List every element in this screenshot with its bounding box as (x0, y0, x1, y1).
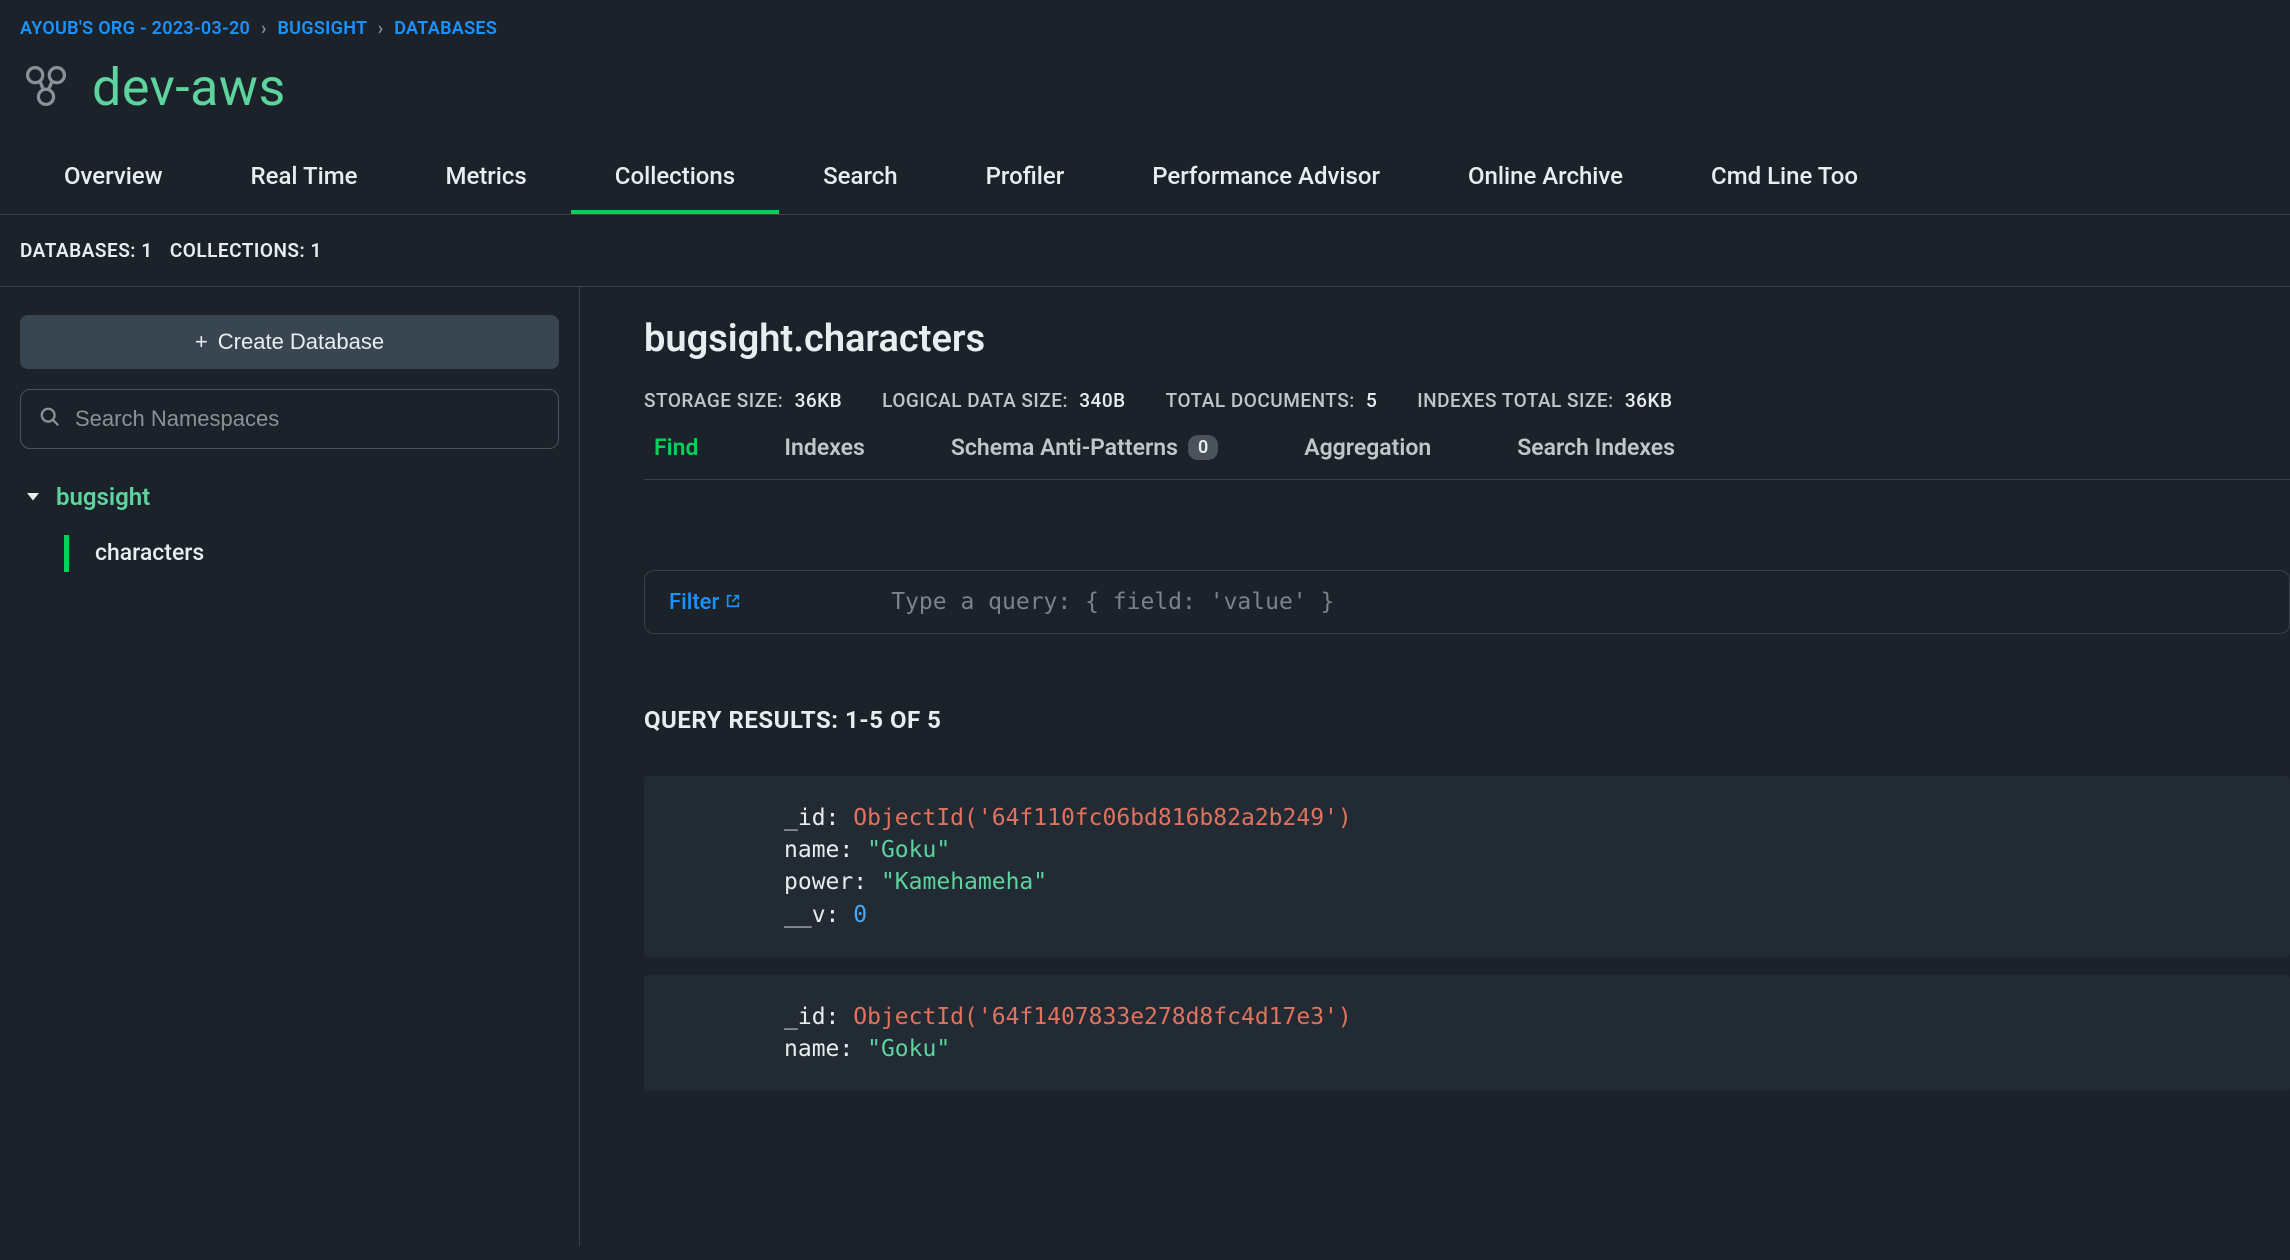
query-results-header: QUERY RESULTS: 1-5 OF 5 (604, 706, 2290, 734)
subtab-aggregation[interactable]: Aggregation (1304, 434, 1431, 479)
doc-field-value: 0 (853, 902, 867, 928)
doc-field-value: ObjectId('64f110fc06bd816b82a2b249') (853, 805, 1352, 831)
doc-field-value: "Goku" (867, 837, 950, 863)
doc-field-value: "Goku" (867, 1036, 950, 1062)
tab-search[interactable]: Search (779, 142, 941, 214)
indexes-size-label: INDEXES TOTAL SIZE: (1417, 389, 1613, 412)
content-area: bugsight.characters STORAGE SIZE: 36KB L… (580, 287, 2290, 1246)
tab-collections[interactable]: Collections (571, 142, 779, 214)
cluster-name: dev-aws (92, 57, 286, 118)
subtab-indexes[interactable]: Indexes (784, 434, 864, 479)
databases-count-value: 1 (141, 239, 152, 262)
create-database-button[interactable]: + Create Database (20, 315, 559, 369)
doc-field-key: __v (784, 902, 826, 928)
tab-performance-advisor[interactable]: Performance Advisor (1108, 142, 1424, 214)
search-namespaces-input[interactable] (75, 406, 540, 432)
collection-title: bugsight.characters (644, 317, 2290, 361)
tab-profiler[interactable]: Profiler (942, 142, 1109, 214)
storage-size-value: 36KB (795, 389, 843, 412)
sidebar: + Create Database bugsight characters (0, 287, 580, 1246)
breadcrumb-sep: › (378, 18, 384, 39)
main-nav-tabs: Overview Real Time Metrics Collections S… (0, 142, 2290, 215)
breadcrumb-sep: › (261, 18, 267, 39)
search-namespaces-wrapper[interactable] (20, 389, 559, 449)
search-icon (39, 406, 61, 432)
storage-size-label: STORAGE SIZE: (644, 389, 783, 412)
logical-size-label: LOGICAL DATA SIZE: (882, 389, 1068, 412)
indexes-size-value: 36KB (1625, 389, 1673, 412)
breadcrumb-org[interactable]: AYOUB'S ORG - 2023-03-20 (20, 18, 250, 39)
tab-overview[interactable]: Overview (20, 142, 207, 214)
tab-online-archive[interactable]: Online Archive (1424, 142, 1667, 214)
filter-link[interactable]: Filter (669, 590, 741, 615)
database-name: bugsight (56, 483, 150, 511)
subtab-schema-label: Schema Anti-Patterns (951, 434, 1178, 461)
database-item-bugsight[interactable]: bugsight (24, 483, 559, 511)
databases-count-label: DATABASES: (20, 239, 136, 262)
doc-field-key: name (784, 837, 839, 863)
breadcrumb-project[interactable]: BUGSIGHT (277, 18, 366, 39)
collections-count-value: 1 (310, 239, 321, 262)
create-database-label: Create Database (218, 329, 384, 355)
schema-badge: 0 (1188, 435, 1218, 460)
doc-field-key: _id (784, 1004, 826, 1030)
subtab-search-indexes[interactable]: Search Indexes (1517, 434, 1675, 479)
collections-count-label: COLLECTIONS: (170, 239, 305, 262)
filter-query-input[interactable] (891, 589, 2265, 615)
database-tree: bugsight characters (20, 483, 559, 572)
caret-down-icon (24, 483, 42, 511)
cluster-title-row: dev-aws (0, 47, 2290, 142)
subtab-schema-anti-patterns[interactable]: Schema Anti-Patterns 0 (951, 434, 1218, 479)
total-documents-value: 5 (1366, 389, 1377, 412)
doc-field-key: name (784, 1036, 839, 1062)
tab-cmd-line-tools[interactable]: Cmd Line Too (1667, 142, 1902, 214)
collection-sub-tabs: Find Indexes Schema Anti-Patterns 0 Aggr… (644, 434, 2290, 480)
breadcrumb-section[interactable]: DATABASES (394, 18, 497, 39)
plus-icon: + (195, 329, 208, 355)
doc-field-value: ObjectId('64f1407833e278d8fc4d17e3') (853, 1004, 1352, 1030)
breadcrumb: AYOUB'S ORG - 2023-03-20 › BUGSIGHT › DA… (0, 0, 2290, 47)
logical-size-value: 340B (1079, 389, 1125, 412)
document-card[interactable]: _id: ObjectId('64f1407833e278d8fc4d17e3'… (644, 975, 2290, 1091)
summary-bar: DATABASES: 1 COLLECTIONS: 1 (0, 215, 2290, 286)
total-documents-label: TOTAL DOCUMENTS: (1166, 389, 1355, 412)
doc-field-key: _id (784, 805, 826, 831)
doc-field-value: "Kamehameha" (881, 869, 1047, 895)
collection-item-characters[interactable]: characters (64, 535, 559, 572)
doc-field-key: power (784, 869, 853, 895)
tab-metrics[interactable]: Metrics (401, 142, 570, 214)
external-link-icon (725, 590, 741, 615)
cluster-icon (20, 60, 72, 116)
subtab-find[interactable]: Find (654, 434, 698, 479)
collection-stats: STORAGE SIZE: 36KB LOGICAL DATA SIZE: 34… (644, 389, 2290, 412)
filter-label-text: Filter (669, 590, 719, 615)
filter-row: Filter (644, 570, 2290, 634)
document-card[interactable]: _id: ObjectId('64f110fc06bd816b82a2b249'… (644, 776, 2290, 957)
collection-name: characters (95, 539, 204, 566)
tab-realtime[interactable]: Real Time (207, 142, 402, 214)
